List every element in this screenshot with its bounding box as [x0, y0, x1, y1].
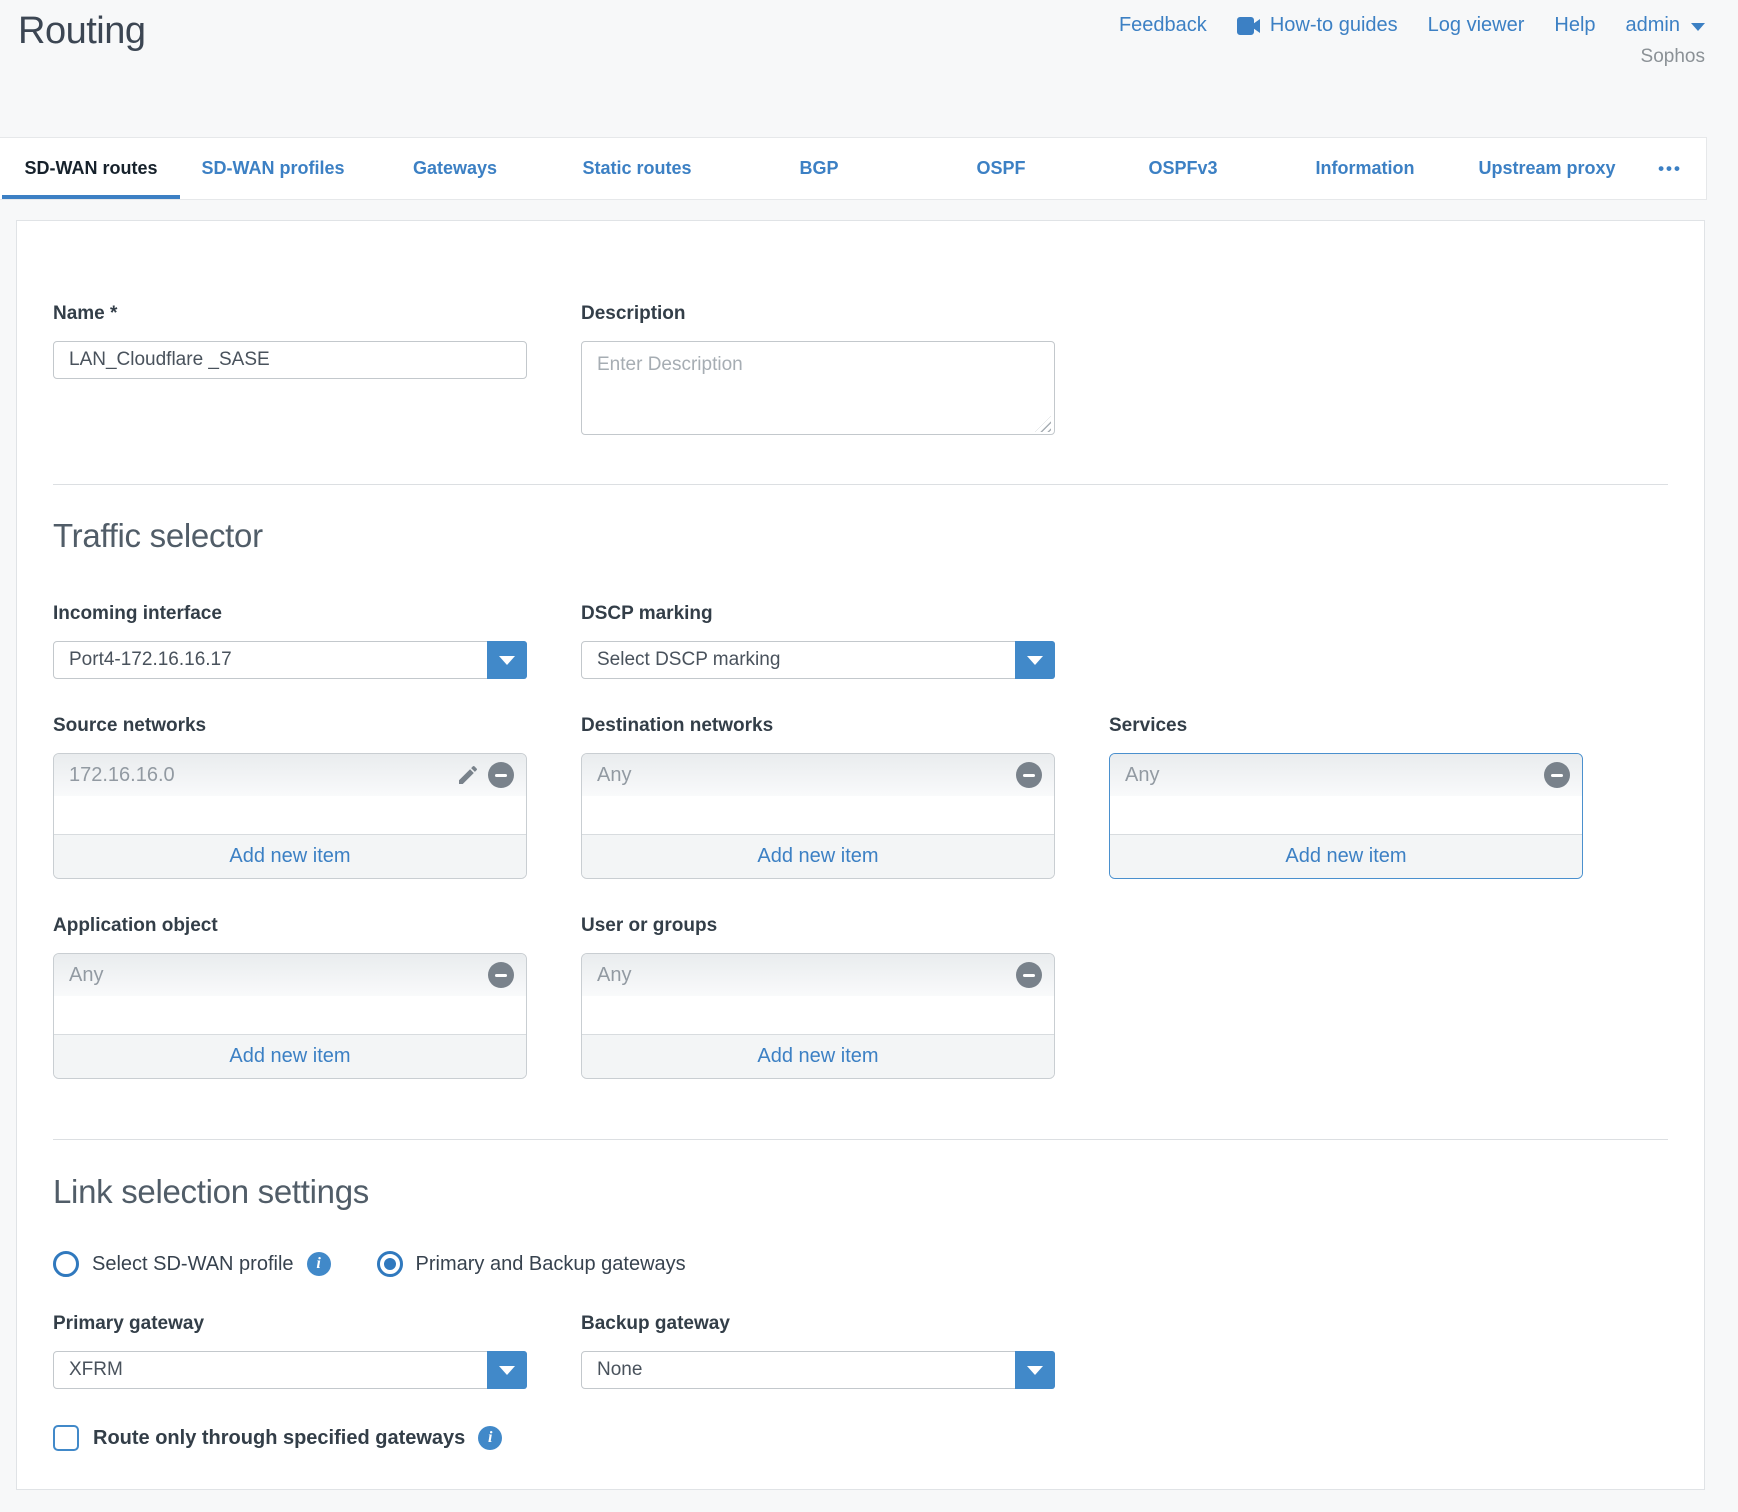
user-or-groups-label: User or groups [581, 915, 1055, 937]
destination-networks-box: Any Add new item [581, 753, 1055, 879]
backup-gateway-select[interactable]: None [581, 1351, 1055, 1389]
account-label: admin [1626, 14, 1680, 37]
log-viewer-label: Log viewer [1428, 14, 1525, 37]
services-add-button[interactable]: Add new item [1110, 834, 1582, 878]
remove-icon[interactable] [1016, 762, 1042, 788]
traffic-selector-heading: Traffic selector [53, 517, 1668, 555]
page-title: Routing [18, 10, 145, 53]
application-object-box: Any Add new item [53, 953, 527, 1079]
radio-select-sdwan-profile-label: Select SD-WAN profile [92, 1253, 294, 1276]
account-menu[interactable]: admin [1626, 14, 1705, 37]
radio-primary-backup-gateways[interactable] [377, 1251, 403, 1277]
radio-select-sdwan-profile[interactable] [53, 1251, 79, 1277]
tab-sdwan-profiles[interactable]: SD-WAN profiles [182, 138, 364, 199]
top-nav: Feedback How-to guides Log viewer Help a… [1119, 14, 1705, 37]
sdwan-route-form: Name * Description Traffic selector Inco… [16, 220, 1705, 1490]
description-label: Description [581, 303, 1055, 325]
help-label: Help [1554, 14, 1595, 37]
route-only-row: Route only through specified gateways i [53, 1425, 1668, 1451]
destination-networks-label: Destination networks [581, 715, 1055, 737]
application-object-label: Application object [53, 915, 527, 937]
name-label: Name * [53, 303, 527, 325]
info-icon[interactable]: i [307, 1252, 331, 1276]
chevron-down-icon[interactable] [487, 641, 527, 679]
tab-upstream-proxy[interactable]: Upstream proxy [1456, 138, 1638, 199]
help-link[interactable]: Help [1554, 14, 1595, 37]
feedback-link[interactable]: Feedback [1119, 14, 1207, 37]
more-tabs-button[interactable]: ••• [1638, 138, 1702, 199]
source-networks-item-text: 172.16.16.0 [69, 764, 456, 787]
backup-gateway-value: None [582, 1359, 1015, 1381]
dscp-marking-value: Select DSCP marking [582, 649, 1015, 671]
section-divider [53, 1139, 1668, 1140]
incoming-interface-select[interactable]: Port4-172.16.16.17 [53, 641, 527, 679]
chevron-down-icon[interactable] [1015, 1351, 1055, 1389]
services-label: Services [1109, 715, 1583, 737]
section-divider [53, 484, 1668, 485]
dscp-marking-select[interactable]: Select DSCP marking [581, 641, 1055, 679]
link-selection-heading: Link selection settings [53, 1173, 1668, 1211]
services-item-text: Any [1125, 764, 1544, 787]
primary-gateway-value: XFRM [54, 1359, 487, 1381]
radio-primary-backup-gateways-label: Primary and Backup gateways [416, 1253, 686, 1276]
backup-gateway-label: Backup gateway [581, 1313, 1055, 1335]
tab-information[interactable]: Information [1274, 138, 1456, 199]
chevron-down-icon[interactable] [487, 1351, 527, 1389]
incoming-interface-label: Incoming interface [53, 603, 527, 625]
services-item: Any [1110, 754, 1582, 796]
tab-ospfv3[interactable]: OSPFv3 [1092, 138, 1274, 199]
route-only-label: Route only through specified gateways [93, 1427, 465, 1450]
info-icon[interactable]: i [478, 1426, 502, 1450]
source-networks-box: 172.16.16.0 Add new item [53, 753, 527, 879]
user-or-groups-add-button[interactable]: Add new item [582, 1034, 1054, 1078]
tab-sdwan-routes[interactable]: SD-WAN routes [0, 138, 182, 199]
chevron-down-icon[interactable] [1015, 641, 1055, 679]
application-object-item-text: Any [69, 964, 488, 987]
howto-guides-label: How-to guides [1270, 14, 1398, 37]
description-input[interactable] [581, 341, 1055, 435]
incoming-interface-value: Port4-172.16.16.17 [54, 649, 487, 671]
log-viewer-link[interactable]: Log viewer [1428, 14, 1525, 37]
remove-icon[interactable] [488, 762, 514, 788]
remove-icon[interactable] [1016, 962, 1042, 988]
tab-static-routes[interactable]: Static routes [546, 138, 728, 199]
remove-icon[interactable] [1544, 762, 1570, 788]
edit-icon[interactable] [456, 763, 480, 787]
source-networks-item: 172.16.16.0 [54, 754, 526, 796]
destination-networks-box-body [582, 796, 1054, 834]
user-or-groups-item-text: Any [597, 964, 1016, 987]
user-or-groups-box-body [582, 996, 1054, 1034]
tab-bar: SD-WAN routes SD-WAN profiles Gateways S… [0, 137, 1707, 200]
application-object-item: Any [54, 954, 526, 996]
destination-networks-add-button[interactable]: Add new item [582, 834, 1054, 878]
application-object-add-button[interactable]: Add new item [54, 1034, 526, 1078]
howto-guides-link[interactable]: How-to guides [1237, 14, 1398, 37]
feedback-label: Feedback [1119, 14, 1207, 37]
services-box-body [1110, 796, 1582, 834]
tab-gateways[interactable]: Gateways [364, 138, 546, 199]
chevron-down-icon [1691, 23, 1705, 31]
source-networks-add-button[interactable]: Add new item [54, 834, 526, 878]
services-box: Any Add new item [1109, 753, 1583, 879]
route-only-checkbox[interactable] [53, 1425, 79, 1451]
tab-bgp[interactable]: BGP [728, 138, 910, 199]
link-selection-radio-group: Select SD-WAN profile i Primary and Back… [53, 1251, 1668, 1277]
application-object-box-body [54, 996, 526, 1034]
remove-icon[interactable] [488, 962, 514, 988]
tab-ospf[interactable]: OSPF [910, 138, 1092, 199]
primary-gateway-select[interactable]: XFRM [53, 1351, 527, 1389]
user-or-groups-item: Any [582, 954, 1054, 996]
source-networks-label: Source networks [53, 715, 527, 737]
source-networks-box-body [54, 796, 526, 834]
brand-label: Sophos [1641, 46, 1705, 68]
dscp-marking-label: DSCP marking [581, 603, 1055, 625]
destination-networks-item-text: Any [597, 764, 1016, 787]
video-camera-icon [1237, 17, 1261, 35]
name-input[interactable] [53, 341, 527, 379]
destination-networks-item: Any [582, 754, 1054, 796]
user-or-groups-box: Any Add new item [581, 953, 1055, 1079]
primary-gateway-label: Primary gateway [53, 1313, 527, 1335]
